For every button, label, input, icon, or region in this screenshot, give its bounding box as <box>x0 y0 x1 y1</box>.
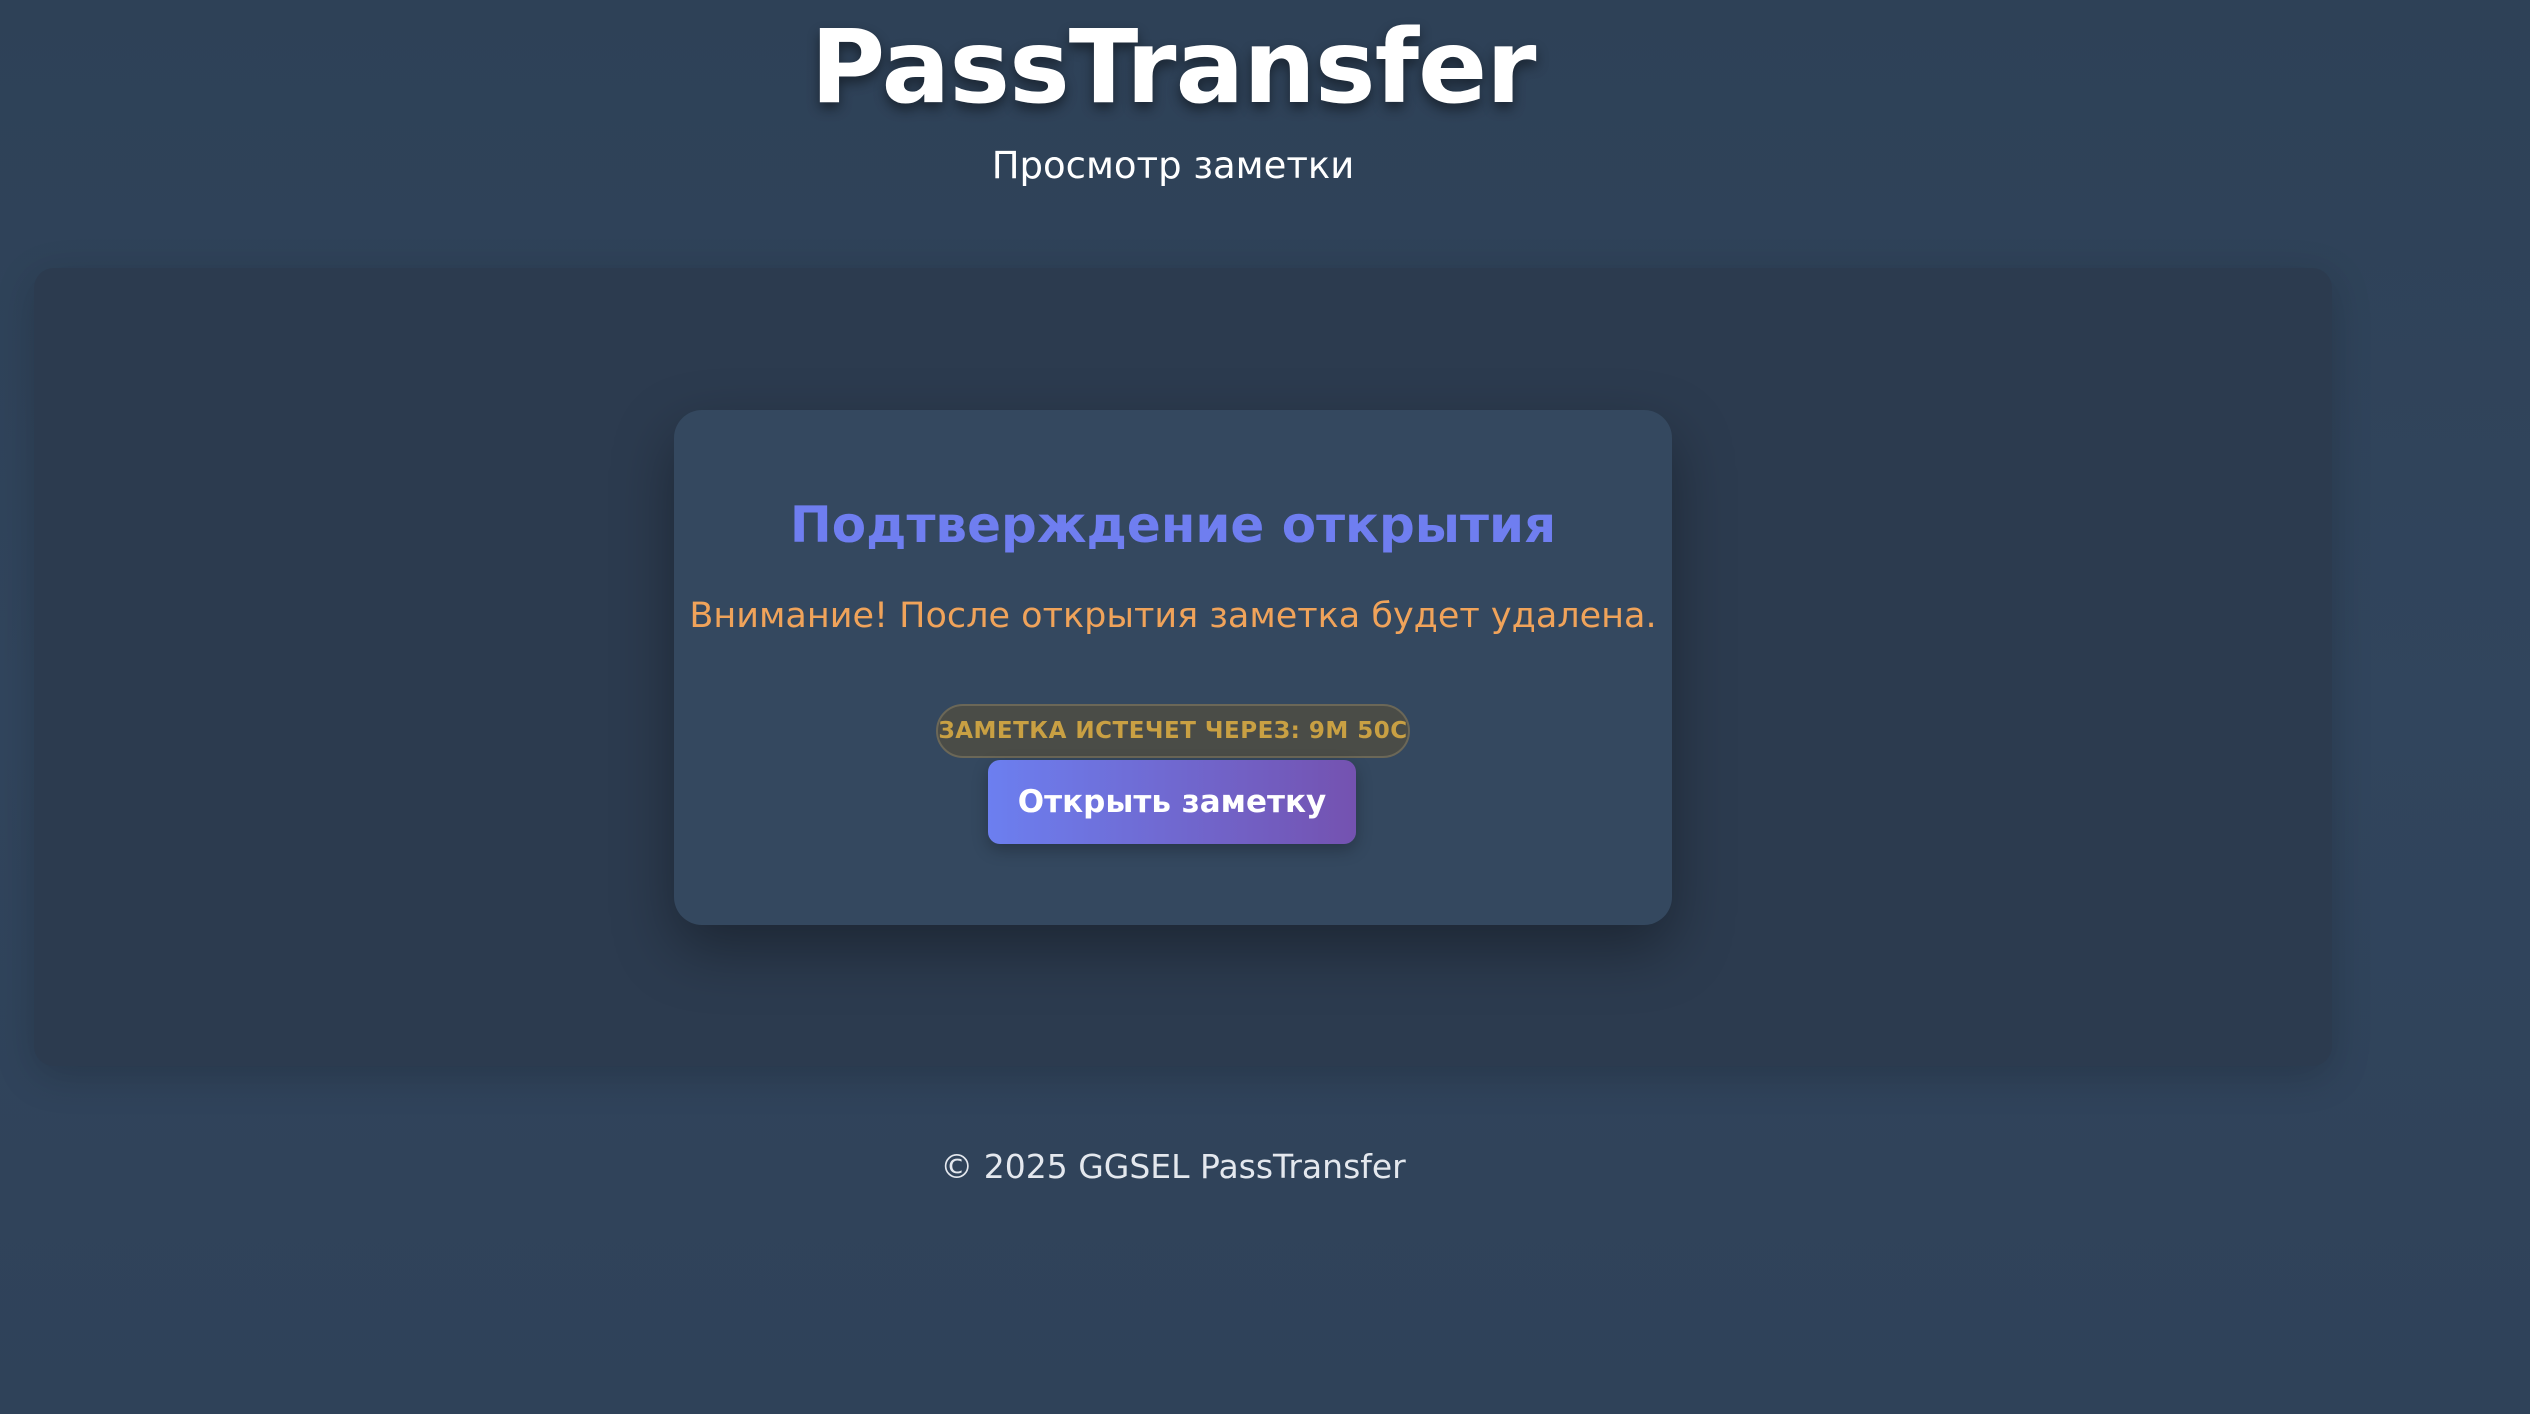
confirm-title: Подтверждение открытия <box>789 496 1557 554</box>
app-title: PassTransfer <box>810 8 1537 127</box>
deletion-warning: Внимание! После открытия заметка будет у… <box>689 596 1657 636</box>
confirm-card: Подтверждение открытия Внимание! После о… <box>674 410 1672 925</box>
open-note-button[interactable]: Открыть заметку <box>988 760 1356 844</box>
expiry-timer-badge: ЗАМЕТКА ИСТЕЧЕТ ЧЕРЕЗ: 9М 50С <box>936 704 1410 758</box>
footer-copyright: © 2025 GGSEL PassTransfer <box>940 1147 1406 1186</box>
page-subtitle: Просмотр заметки <box>991 144 1355 187</box>
